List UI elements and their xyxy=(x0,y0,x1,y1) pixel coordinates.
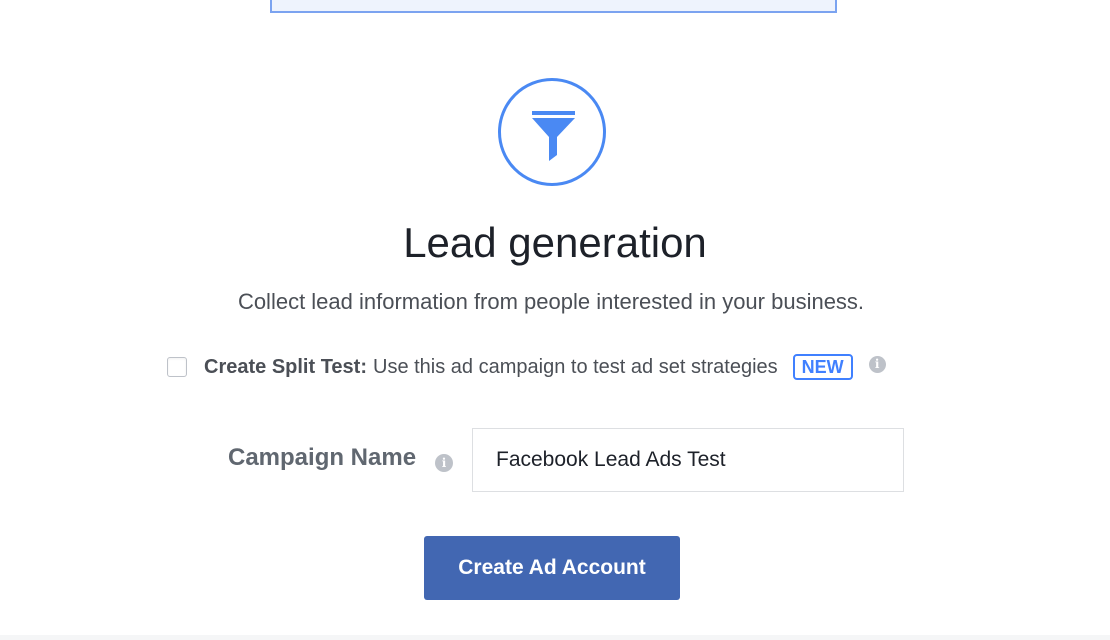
funnel-icon xyxy=(532,111,575,161)
objective-title: Lead generation xyxy=(403,219,707,266)
new-badge: NEW xyxy=(792,354,853,380)
objective-description: Collect lead information from people int… xyxy=(237,289,865,314)
split-test-row: Create Split Test: Use this ad campaign … xyxy=(167,352,886,382)
campaign-name-input[interactable] xyxy=(472,428,904,492)
split-test-label: Create Split Test: xyxy=(204,355,367,378)
split-test-checkbox[interactable] xyxy=(167,357,187,377)
objective-icon-circle xyxy=(498,78,606,186)
campaign-name-info-icon[interactable]: i xyxy=(435,454,453,472)
create-ad-account-button[interactable]: Create Ad Account xyxy=(424,536,680,600)
campaign-name-label: Campaign Name xyxy=(228,444,417,471)
split-test-description: Use this ad campaign to test ad set stra… xyxy=(373,355,778,378)
previous-objective-card[interactable] xyxy=(270,0,837,13)
footer-divider xyxy=(0,635,1110,640)
split-test-info-icon[interactable]: i xyxy=(868,355,886,373)
